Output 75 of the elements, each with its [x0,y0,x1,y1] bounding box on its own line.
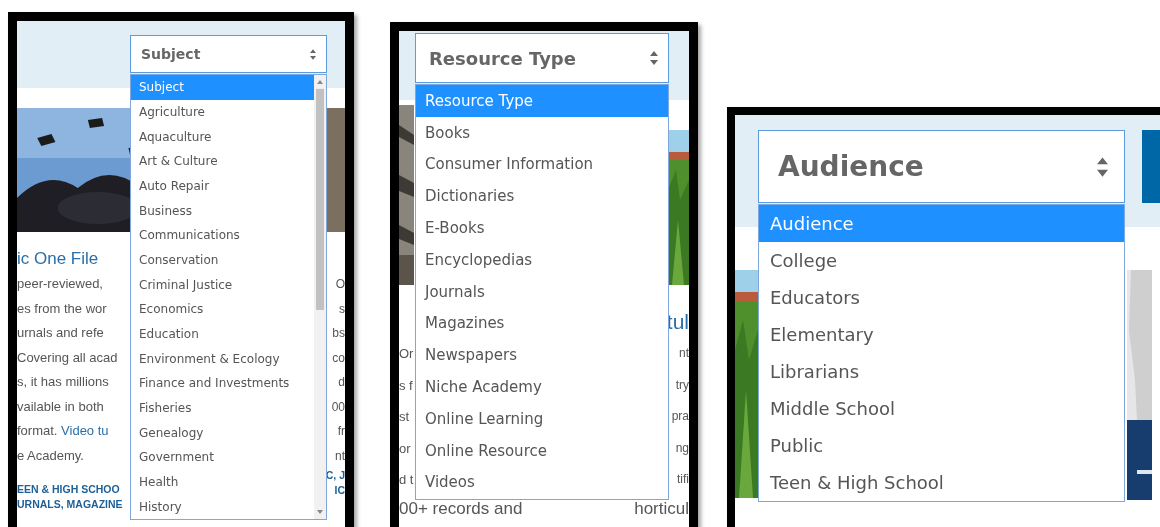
body-text: horticul [634,497,689,520]
select-field[interactable]: Subject [130,35,327,73]
body-text: s f [399,376,414,395]
sort-arrows-icon [650,51,658,65]
dropdown-option[interactable]: History [131,494,314,520]
video-link[interactable]: Video tu [61,423,109,438]
body-text: try [675,376,689,394]
body-text: es from the wor [17,299,108,318]
dropdown-option[interactable]: Journals [416,275,668,308]
dropdown-option[interactable]: Niche Academy [416,371,668,403]
dropdown-option[interactable]: Books [416,116,668,149]
body-text: IC [334,483,345,498]
select-field[interactable]: Audience [758,130,1125,203]
dropdown-option[interactable]: Government [131,445,314,470]
dropdown-option[interactable]: Public [759,427,1124,464]
dropdown-option[interactable]: Economics [131,297,314,322]
dropdown-option[interactable]: Dictionaries [416,180,668,213]
dropdown-option[interactable]: Finance and Investments [131,371,314,396]
body-text: urnals and refe [17,324,105,342]
body-text: ic One File [17,248,100,270]
body-text: 00 [331,398,345,416]
body-text: bs [332,325,345,342]
body-text: pra [671,408,689,425]
dropdown-option[interactable]: Consumer Information [416,148,668,181]
scrollbar[interactable] [314,75,326,519]
body-text: ng [675,439,689,457]
dropdown-option[interactable]: Agriculture [131,99,314,125]
body-text: s, it has millions [17,373,110,391]
dropdown-option[interactable]: Education [131,321,314,347]
dropdown-option[interactable]: Online Resource [416,434,668,467]
dropdown-option[interactable]: Business [131,198,314,224]
sort-arrows-icon [310,48,316,60]
dropdown-option[interactable]: Criminal Justice [131,272,314,298]
dropdown-option[interactable]: Middle School [759,390,1124,427]
body-text: d [338,374,345,391]
body-text: nt [679,345,689,362]
dropdown-option[interactable]: Newspapers [416,339,668,372]
body-text: or [399,439,412,458]
body-text: co [332,349,345,367]
body-text: e Academy. [17,446,85,465]
body-text: O [335,276,345,293]
body-text: vailable in both [17,397,105,416]
dropdown-option[interactable]: Educators [759,279,1124,316]
dropdown-option[interactable]: Videos [416,466,668,499]
body-text: EEN & HIGH SCHOO [17,482,121,497]
body-text: fr [337,423,345,440]
select-field[interactable]: Resource Type [415,33,669,83]
dropdown-option[interactable]: Encyclopedias [416,244,668,276]
body-text: s [339,300,345,318]
dropdown-option[interactable]: Health [131,469,314,495]
body-text: nt [335,447,345,465]
dropdown-option[interactable]: E-Books [416,212,668,244]
dropdown-option[interactable]: College [759,242,1124,279]
body-text: d t [399,471,415,489]
dropdown-option[interactable]: Auto Repair [131,173,314,199]
dropdown-option[interactable]: Fisheries [131,395,314,421]
body-text: Or [399,345,415,363]
dropdown-option[interactable]: Librarians [759,353,1124,390]
dropdown-option[interactable]: Elementary [759,316,1124,353]
dropdown-option[interactable]: Teen & High School [759,464,1124,501]
dropdown-option[interactable]: Online Learning [416,402,668,435]
body-text: tifi [677,471,689,488]
dropdown-option[interactable]: Genealogy [131,420,314,446]
body-text: st [399,408,411,426]
dropdown-option[interactable]: Environment & Ecology [131,346,314,372]
body-text: URNALS, MAGAZINE [17,497,124,512]
body-text: Covering all acad [17,348,119,367]
dropdown-option[interactable]: Communications [131,223,314,248]
dropdown-option[interactable]: Conservation [131,247,314,273]
dropdown-option[interactable]: Art & Culture [131,149,314,174]
sort-arrows-icon [1097,155,1108,178]
body-text: peer-reviewed, [17,275,104,293]
dropdown-option[interactable]: Magazines [416,307,668,340]
body-text: format. Video tu [17,422,110,440]
body-text: 00+ records and [399,497,523,520]
